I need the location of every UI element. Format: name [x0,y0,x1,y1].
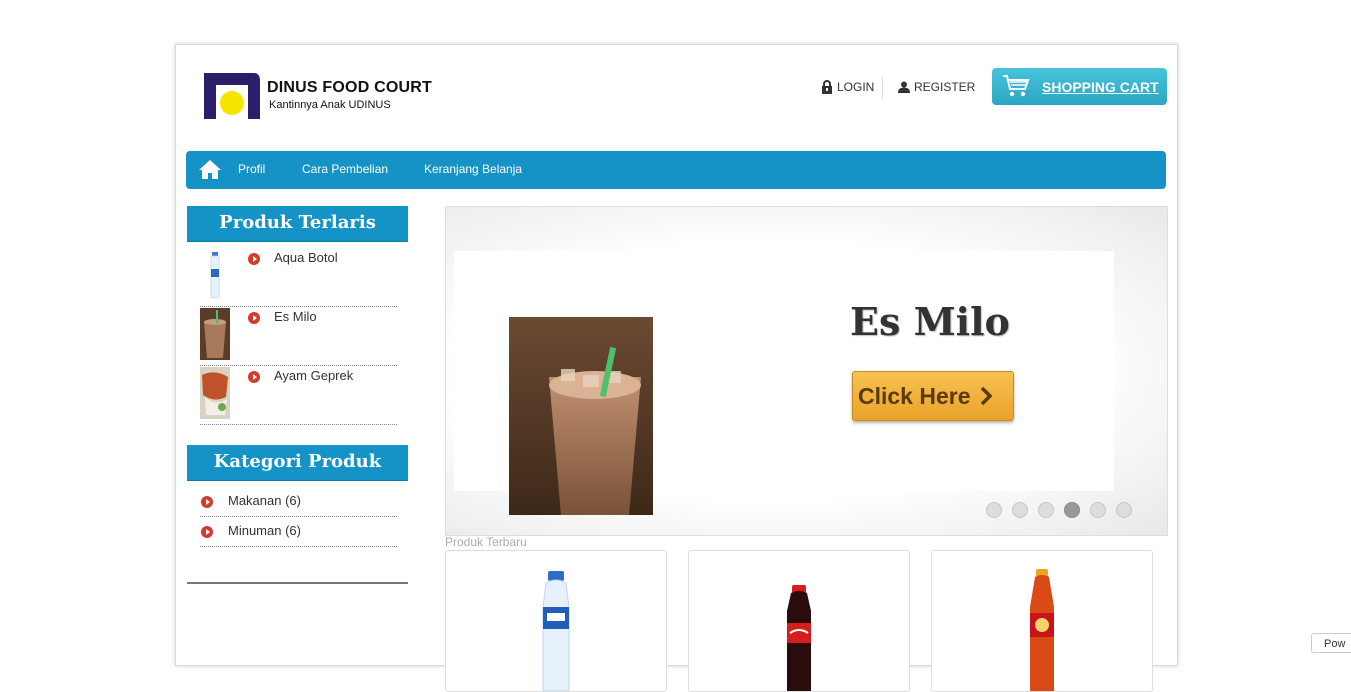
register-link[interactable]: REGISTER [898,80,975,94]
es-milo-photo [509,317,653,515]
category-item[interactable]: Minuman (6) [200,517,397,547]
ayam-geprek-thumbnail [200,367,230,419]
bullet-icon [248,253,260,265]
user-icon [898,81,910,93]
best-seller-item[interactable]: Es Milo [200,307,397,366]
lock-icon [822,80,832,94]
product-card-fanta[interactable] [931,550,1153,692]
bullet-icon [248,371,260,383]
main-nav: Profil Cara Pembelian Keranjang Belanja [186,151,1166,189]
es-milo-thumbnail [200,308,230,360]
click-here-label: Click Here [858,383,971,409]
product-card-aqua[interactable] [445,550,667,692]
slider-dot[interactable] [986,502,1002,518]
home-icon[interactable] [198,159,222,180]
best-seller-item[interactable]: Ayam Geprek [200,366,397,425]
brand-subtitle: Kantinnya Anak UDINUS [269,99,391,111]
newest-products-label: Produk Terbaru [445,535,527,549]
fanta-bottle-icon [1030,569,1054,691]
best-seller-name[interactable]: Aqua Botol [274,250,338,265]
nav-item-profil[interactable]: Profil [238,162,265,176]
slider-dot[interactable] [1012,502,1028,518]
product-card-coca-cola[interactable] [688,550,910,692]
bullet-icon [201,526,213,538]
nav-item-keranjang-belanja[interactable]: Keranjang Belanja [424,162,522,176]
register-label: REGISTER [914,80,976,94]
chevron-right-icon [980,386,993,406]
best-seller-name[interactable]: Ayam Geprek [274,368,353,383]
coca-cola-bottle-icon [787,585,811,691]
category-name[interactable]: Makanan (6) [228,493,301,508]
aqua-bottle-thumbnail [200,249,230,301]
login-link[interactable]: LOGIN [821,80,874,94]
divider [882,77,883,99]
category-item[interactable]: Makanan (6) [200,487,397,517]
slide-title: Es Milo [850,299,1010,344]
shopping-cart-label: SHOPPING CART [1042,79,1159,95]
best-seller-item[interactable]: Aqua Botol [200,248,397,307]
aqua-bottle-icon [542,571,570,691]
product-slider: Es Milo Click Here [445,206,1168,536]
category-name[interactable]: Minuman (6) [228,523,301,538]
bullet-icon [201,496,213,508]
sidebar-divider [187,582,408,584]
slide: Es Milo Click Here [454,251,1114,515]
click-here-button[interactable]: Click Here [852,371,1014,421]
nav-item-cara-pembelian[interactable]: Cara Pembelian [302,162,388,176]
categories-title: Kategori Produk [187,445,408,481]
slider-dot[interactable] [1090,502,1106,518]
slider-dot[interactable] [1064,502,1080,518]
bullet-icon [248,312,260,324]
best-seller-name[interactable]: Es Milo [274,309,317,324]
brand-title: DINUS FOOD COURT [267,79,432,96]
login-label: LOGIN [837,80,875,94]
slider-dot[interactable] [1116,502,1132,518]
page-container: DINUS FOOD COURT Kantinnya Anak UDINUS L… [175,44,1178,692]
shopping-cart-button[interactable]: SHOPPING CART [992,68,1167,105]
dinus-logo-icon [204,73,260,119]
slider-dot[interactable] [1038,502,1054,518]
corner-button[interactable]: Pow [1311,633,1351,653]
best-sellers-title: Produk Terlaris [187,206,408,242]
cart-icon [1003,75,1030,97]
